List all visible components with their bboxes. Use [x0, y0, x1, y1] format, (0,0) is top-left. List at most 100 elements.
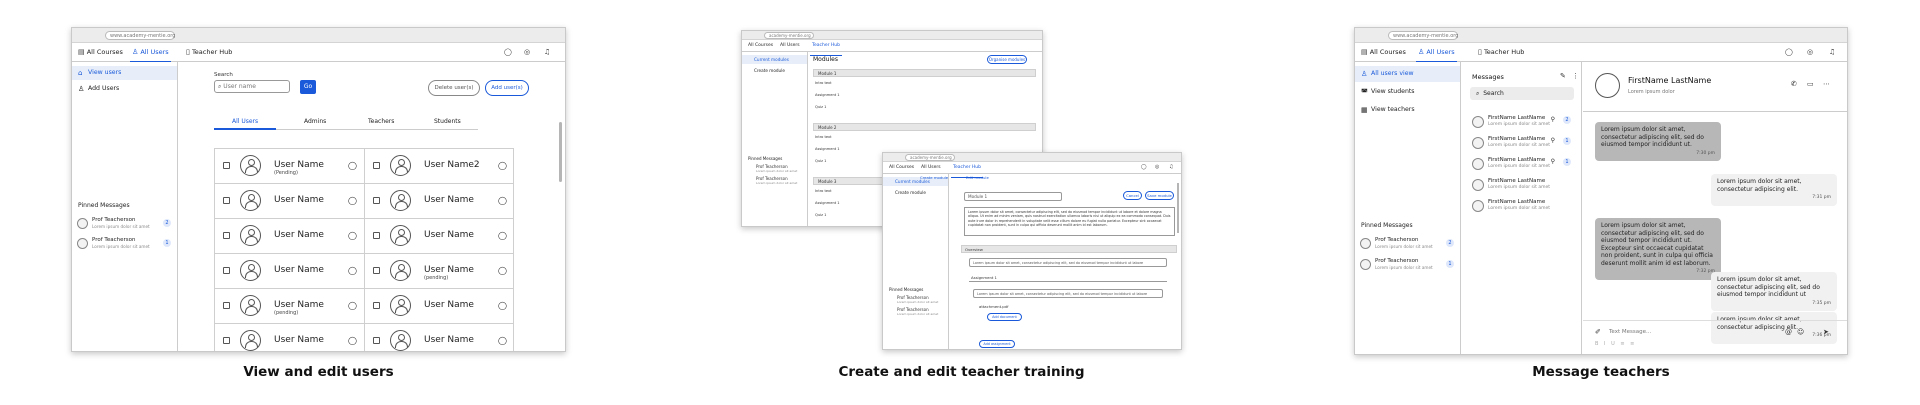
nav-teacher-hub[interactable]: ▯ Teacher Hub: [186, 47, 232, 57]
bell-icon[interactable]: ♫: [1829, 48, 1835, 56]
more-icon[interactable]: ⋯: [1823, 80, 1830, 88]
row-checkbox[interactable]: [223, 232, 230, 239]
chat-icon[interactable]: ◯: [498, 231, 507, 240]
user-row[interactable]: User Name (Pending) ◯: [215, 149, 365, 184]
more-vertical-icon[interactable]: ⋮: [1572, 72, 1579, 80]
sidebar-item-view-students[interactable]: ◚ View students: [1355, 84, 1460, 100]
add-assignment-button[interactable]: Add assignment: [979, 340, 1015, 348]
tab-admins[interactable]: Admins: [304, 118, 326, 125]
row-checkbox[interactable]: [223, 162, 230, 169]
conversation-item[interactable]: FirstName LastName Lorem ipsum dolor sit …: [1472, 135, 1571, 155]
avatar-icon[interactable]: ◎: [524, 48, 530, 56]
breadcrumb[interactable]: Edit module: [966, 175, 989, 180]
add-document-button[interactable]: Add document: [987, 313, 1022, 321]
assignment-text-field[interactable]: Lorem ipsum dolor sit amet, consectetur …: [973, 289, 1163, 298]
row-checkbox[interactable]: [373, 197, 380, 204]
compose-icon[interactable]: ✎: [1560, 72, 1566, 80]
conversation-item[interactable]: FirstName LastName Lorem ipsum dolor sit …: [1472, 177, 1571, 197]
video-icon[interactable]: ▭: [1807, 80, 1814, 88]
chat-icon[interactable]: ◯: [348, 196, 357, 205]
cancel-button[interactable]: Cancel: [1123, 191, 1142, 200]
format-toolbar[interactable]: B I U ≡ ≡: [1595, 341, 1636, 347]
chat-icon[interactable]: ◯: [348, 161, 357, 170]
row-checkbox[interactable]: [373, 267, 380, 274]
nav-all-users[interactable]: All Users: [780, 41, 800, 51]
chat-icon[interactable]: ◯: [348, 301, 357, 310]
bell-icon[interactable]: ♫: [544, 48, 550, 56]
attachment-icon[interactable]: ✐: [1595, 328, 1601, 336]
conversation-item[interactable]: FirstName LastName Lorem ipsum dolor sit …: [1472, 198, 1571, 218]
user-row[interactable]: User Name ◯: [215, 219, 365, 254]
nav-all-courses[interactable]: All Courses: [748, 41, 773, 51]
url-bar[interactable]: academy-mentie.org: [764, 32, 814, 39]
overview-section-header[interactable]: Overview: [961, 245, 1177, 253]
user-row[interactable]: User Name (pending) ◯: [365, 254, 513, 289]
avatar-icon[interactable]: ◎: [1155, 163, 1159, 171]
tab-all-users[interactable]: All Users: [232, 118, 258, 125]
url-bar[interactable]: www.academy-mentie.org: [1388, 31, 1458, 40]
message-input[interactable]: Text Message...: [1609, 329, 1651, 335]
phone-icon[interactable]: ✆: [1791, 80, 1797, 88]
pinned-message[interactable]: Prof Teacherson Lorem ipsum dolor sit ame…: [77, 216, 171, 232]
user-row[interactable]: User Name (pending) ◯: [215, 289, 365, 324]
user-row[interactable]: User Name ◯: [365, 219, 513, 254]
row-checkbox[interactable]: [223, 302, 230, 309]
scrollbar[interactable]: [1177, 183, 1179, 233]
pinned-message[interactable]: Prof Teacherson Lorem ipsum dolor sit ame…: [77, 236, 171, 252]
chat-icon[interactable]: ◯: [504, 48, 512, 56]
breadcrumb[interactable]: Create module: [920, 175, 948, 180]
delete-users-button[interactable]: Delete user(s): [428, 80, 480, 96]
mention-icon[interactable]: @: [1785, 328, 1792, 336]
row-checkbox[interactable]: [373, 337, 380, 344]
tab-students[interactable]: Students: [434, 118, 461, 125]
attachment-link[interactable]: attachment.pdf: [979, 304, 1008, 309]
sidebar-item-view-users[interactable]: ⌂ View users: [72, 66, 177, 80]
sidebar-item-current-modules[interactable]: Current modules: [742, 55, 807, 64]
module-description[interactable]: Lorem ipsum dolor sit amet, consectetur …: [964, 207, 1175, 236]
chat-icon[interactable]: ◯: [498, 301, 507, 310]
chat-icon[interactable]: ◯: [1141, 163, 1147, 171]
go-button[interactable]: Go: [300, 80, 316, 94]
bell-icon[interactable]: ♫: [1169, 163, 1173, 171]
url-bar[interactable]: www.academy-mentie.org: [105, 31, 175, 40]
chat-icon[interactable]: ◯: [498, 161, 507, 170]
row-checkbox[interactable]: [373, 162, 380, 169]
organise-modules-button[interactable]: Organise modules: [987, 55, 1027, 64]
conversation-item[interactable]: FirstName LastName Lorem ipsum dolor sit …: [1472, 114, 1571, 134]
conversation-item[interactable]: FirstName LastName Lorem ipsum dolor sit …: [1472, 156, 1571, 176]
url-bar[interactable]: academy-mentie.org: [905, 154, 955, 161]
nav-all-courses[interactable]: ▤ All Courses: [1361, 47, 1406, 57]
pin-icon[interactable]: ⚲: [1551, 137, 1555, 144]
nav-teacher-hub[interactable]: Teacher Hub: [951, 163, 983, 178]
chat-icon[interactable]: ◯: [348, 231, 357, 240]
add-users-button[interactable]: Add user(s): [485, 80, 529, 96]
module-header[interactable]: Module 1: [813, 69, 1036, 77]
nav-all-courses[interactable]: ▤ All Courses: [78, 47, 123, 57]
nav-all-users[interactable]: ♙ All Users: [130, 47, 171, 62]
sidebar-item-view-teachers[interactable]: ▦ View teachers: [1355, 102, 1460, 118]
pinned-message[interactable]: Prof Teacherson Lorem ipsum dolor sit ame…: [1360, 236, 1454, 252]
user-row[interactable]: User Name ◯: [365, 289, 513, 324]
module-name-field[interactable]: Module 1: [964, 192, 1062, 201]
module-header[interactable]: Module 3: [813, 177, 883, 185]
user-row[interactable]: User Name ◯: [215, 184, 365, 219]
nav-all-users[interactable]: All Users: [921, 163, 941, 173]
pin-icon[interactable]: ⚲: [1551, 116, 1555, 123]
sidebar-item-create-module[interactable]: Create module: [883, 188, 948, 197]
nav-teacher-hub[interactable]: Teacher Hub: [810, 41, 842, 56]
sidebar-item-add-users[interactable]: ♙ Add Users: [72, 82, 177, 96]
row-checkbox[interactable]: [373, 302, 380, 309]
row-checkbox[interactable]: [223, 337, 230, 344]
sidebar-item-all-users[interactable]: ♙ All users view: [1355, 66, 1460, 82]
chat-icon[interactable]: ◯: [348, 266, 357, 275]
send-icon[interactable]: ➤: [1823, 328, 1829, 336]
save-module-button[interactable]: Save module: [1145, 191, 1174, 200]
assignment-row[interactable]: Assignment 1: [969, 273, 1167, 282]
search-input[interactable]: ⌕ User name: [214, 80, 290, 93]
module-header[interactable]: Module 2: [813, 123, 1036, 131]
nav-teacher-hub[interactable]: ▯ Teacher Hub: [1478, 47, 1524, 57]
chat-icon[interactable]: ◯: [498, 336, 507, 345]
user-row[interactable]: User Name2 ◯: [365, 149, 513, 184]
nav-all-users[interactable]: ♙ All Users: [1416, 47, 1457, 62]
sidebar-item-create-module[interactable]: Create module: [742, 66, 807, 75]
